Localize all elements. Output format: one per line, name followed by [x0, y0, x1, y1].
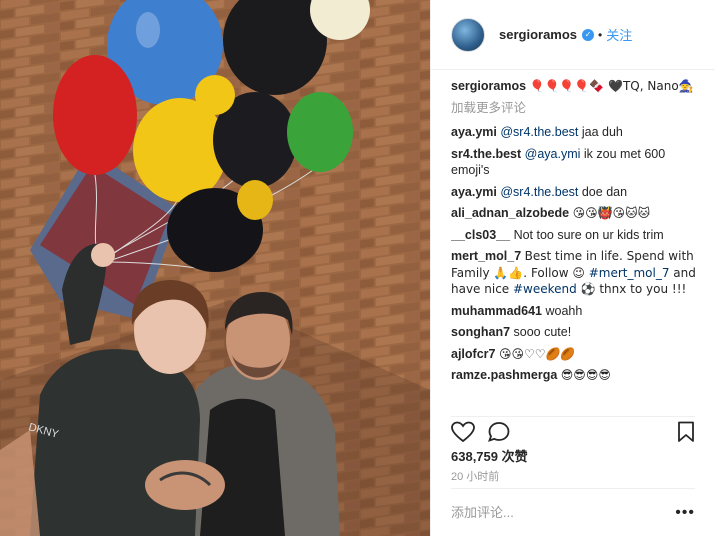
follow-button[interactable]: 关注	[606, 25, 632, 44]
add-comment-bar: •••	[451, 488, 695, 536]
comment-username[interactable]: muhammad641	[451, 304, 542, 318]
add-comment-input[interactable]	[451, 505, 676, 520]
avatar[interactable]	[451, 17, 485, 52]
comment-username[interactable]: aya.ymi	[451, 185, 497, 199]
comment-username[interactable]: aya.ymi	[451, 125, 497, 139]
comment-username[interactable]: ramze.pashmerga	[451, 368, 557, 382]
hashtag-link[interactable]: #weekend	[513, 282, 577, 296]
comment-mention[interactable]: @sr4.the.best	[500, 185, 578, 199]
post-sidebar: sergioramos ✓ • 关注 sergioramos 🎈🎈🎈🎈🍫 🖤TQ…	[430, 0, 715, 536]
comment-mention[interactable]: @sr4.the.best	[500, 125, 578, 139]
comment-item: mert_mol_7 Best time in life. Spend with…	[451, 248, 701, 298]
header-username[interactable]: sergioramos	[499, 27, 577, 42]
comment-username[interactable]: ajlofcr7	[451, 347, 495, 361]
post-photo[interactable]: DKNY	[0, 0, 430, 536]
action-bar	[451, 416, 695, 444]
comment-icon[interactable]	[487, 421, 511, 448]
post-header: sergioramos ✓ • 关注	[431, 0, 715, 70]
comment-username[interactable]: __cls03__	[451, 228, 510, 242]
comment-item: sr4.the.best @aya.ymi ik zou met 600 emo…	[451, 146, 701, 179]
likes-count[interactable]: 638,759 次赞	[451, 446, 528, 465]
caption-username[interactable]: sergioramos	[451, 79, 526, 93]
bookmark-icon[interactable]	[677, 421, 695, 448]
comment-text: doe dan	[581, 184, 628, 199]
comment-item: muhammad641 woahh	[451, 303, 701, 320]
verified-badge-icon: ✓	[582, 28, 595, 41]
caption: sergioramos 🎈🎈🎈🎈🍫 🖤TQ, Nano🧙	[451, 78, 701, 95]
comment-item: ajlofcr7 😘😘♡♡🏉🏉	[451, 346, 701, 363]
comment-item: ramze.pashmerga 😎😎😎😎	[451, 367, 701, 384]
photo-illustration: DKNY	[0, 0, 430, 536]
comment-username[interactable]: ali_adnan_alzobede	[451, 206, 569, 220]
separator-dot: •	[598, 27, 603, 42]
comment-text: sooo cute!	[513, 325, 572, 339]
heart-icon[interactable]	[451, 421, 475, 448]
comment-mention[interactable]: @aya.ymi	[525, 147, 581, 161]
green-balloon	[287, 92, 353, 172]
more-options-button[interactable]: •••	[675, 504, 695, 522]
comment-text: Not too sure on ur kids trim	[513, 227, 664, 242]
comment-item: __cls03__ Not too sure on ur kids trim	[451, 227, 701, 244]
comment-username[interactable]: mert_mol_7	[451, 249, 521, 263]
comment-item: songhan7 sooo cute!	[451, 324, 701, 341]
comment-item: ali_adnan_alzobede 😘😘👹😘🐱🐱	[451, 205, 701, 222]
red-balloon	[53, 55, 137, 175]
comment-item: aya.ymi @sr4.the.best doe dan	[451, 184, 701, 201]
comment-text: woahh	[545, 303, 583, 318]
comment-username[interactable]: sr4.the.best	[451, 147, 521, 161]
load-more-comments-button[interactable]: 加载更多评论	[451, 100, 701, 117]
post-timestamp[interactable]: 20 小时前	[451, 468, 499, 484]
hashtag-link[interactable]: #mert_mol_7	[589, 266, 670, 280]
comment-text: 😎😎😎😎	[560, 368, 611, 382]
comment-text: 😘😘👹😘🐱🐱	[572, 206, 651, 220]
comment-text: 😘😘♡♡🏉🏉	[498, 346, 576, 361]
comment-username[interactable]: songhan7	[451, 325, 510, 339]
comment-text: jaa duh	[581, 125, 623, 139]
comment-item: aya.ymi @sr4.the.best jaa duh	[451, 124, 701, 141]
caption-text: 🎈🎈🎈🎈🍫 🖤TQ, Nano🧙	[529, 79, 694, 93]
comments-list[interactable]: sergioramos 🎈🎈🎈🎈🍫 🖤TQ, Nano🧙 加载更多评论 aya.…	[451, 78, 701, 408]
